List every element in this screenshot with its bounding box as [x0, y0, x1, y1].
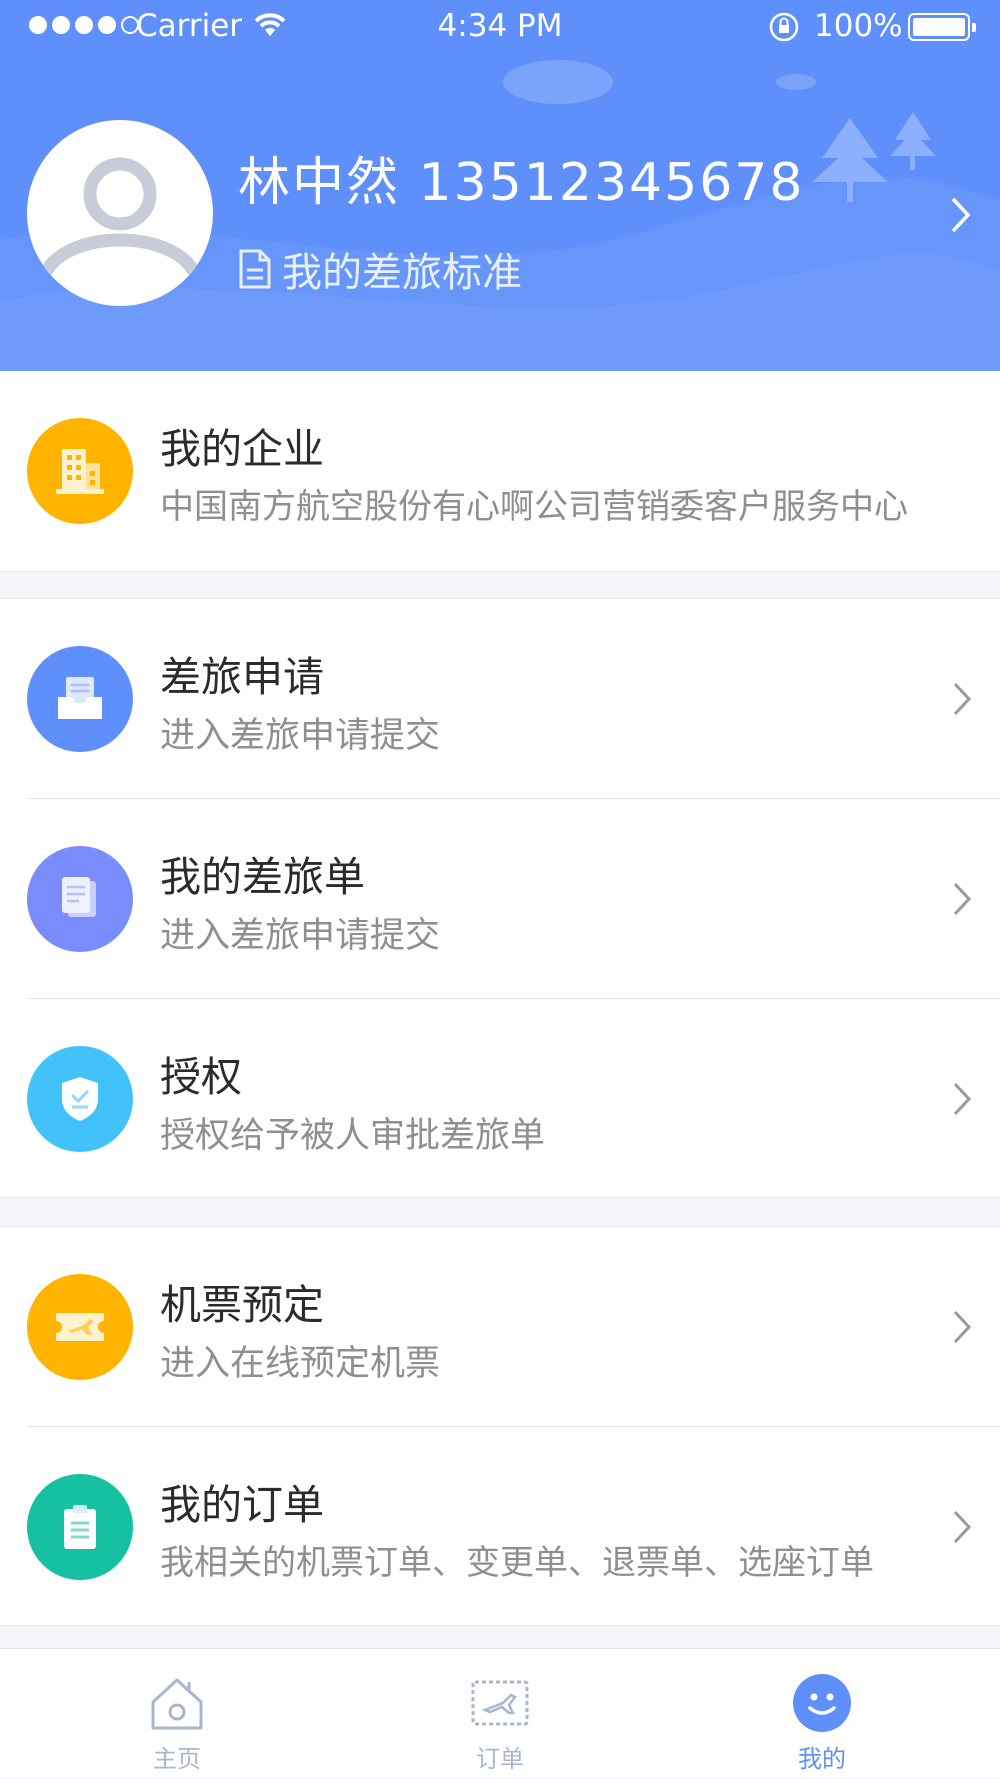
- user-name-phone: 林中然 13512345678: [238, 153, 805, 213]
- chevron-right-icon: [953, 882, 972, 916]
- document-icon: [239, 249, 271, 289]
- travel-section: 差旅申请 进入差旅申请提交 我的差旅单 进入差旅申请提交 授权 授权给予被人审批…: [0, 598, 1000, 1198]
- company-name: 中国南方航空股份有心啊公司营销委客户服务中心: [160, 487, 908, 527]
- inbox-icon: [27, 646, 133, 752]
- item-title: 授权: [160, 1053, 242, 1101]
- booking-section: 机票预定 进入在线预定机票 我的订单 我相关的机票订单、变更单、退票单、选座订单: [0, 1226, 1000, 1626]
- ticket-icon: [471, 1680, 529, 1726]
- item-title: 差旅申请: [160, 653, 324, 701]
- shield-icon: [27, 1046, 133, 1152]
- company-title: 我的企业: [160, 425, 324, 473]
- rotation-lock-icon: [769, 12, 799, 42]
- smiley-icon: [793, 1674, 851, 1732]
- company-section: 我的企业 中国南方航空股份有心啊公司营销委客户服务中心: [0, 371, 1000, 572]
- travel-standard-label: 我的差旅标准: [282, 250, 522, 296]
- list-item-company[interactable]: 我的企业 中国南方航空股份有心啊公司营销委客户服务中心: [0, 371, 1000, 571]
- building-icon: [27, 418, 133, 524]
- home-icon: [151, 1678, 203, 1730]
- user-placeholder-icon: [40, 157, 200, 277]
- item-subtitle: 进入差旅申请提交: [160, 716, 441, 756]
- list-item-authorization[interactable]: 授权 授权给予被人审批差旅单: [0, 999, 1000, 1199]
- list-item-travel-application[interactable]: 差旅申请 进入差旅申请提交: [0, 599, 1000, 799]
- profile-header: Carrier 4:34 PM 100% 林中然 13512345678 我的差…: [0, 0, 1000, 371]
- chevron-right-icon: [953, 1082, 972, 1116]
- item-subtitle: 我相关的机票订单、变更单、退票单、选座订单: [160, 1543, 874, 1583]
- item-subtitle: 授权给予被人审批差旅单: [160, 1116, 546, 1156]
- tab-mine[interactable]: 我的: [722, 1649, 922, 1779]
- chevron-right-icon: [953, 1310, 972, 1344]
- clipboard-icon: [27, 1474, 133, 1580]
- item-title: 我的订单: [160, 1481, 324, 1529]
- list-item-flight-booking[interactable]: 机票预定 进入在线预定机票: [0, 1227, 1000, 1427]
- documents-icon: [27, 846, 133, 952]
- item-title: 机票预定: [160, 1281, 324, 1329]
- tab-bar: 主页 订单 我的: [0, 1648, 1000, 1778]
- tab-label: 主页: [153, 1745, 201, 1773]
- item-subtitle: 进入在线预定机票: [160, 1344, 441, 1384]
- list-item-my-travel-orders[interactable]: 我的差旅单 进入差旅申请提交: [0, 799, 1000, 999]
- battery-icon: [908, 13, 976, 41]
- tab-orders[interactable]: 订单: [400, 1649, 600, 1779]
- tab-label: 订单: [476, 1745, 524, 1773]
- ticket-icon: [27, 1274, 133, 1380]
- chevron-right-icon: [953, 1510, 972, 1544]
- list-item-my-orders[interactable]: 我的订单 我相关的机票订单、变更单、退票单、选座订单: [0, 1427, 1000, 1627]
- avatar[interactable]: [27, 120, 213, 306]
- item-title: 我的差旅单: [160, 853, 365, 901]
- tab-home[interactable]: 主页: [77, 1649, 277, 1779]
- battery-percentage: 100%: [814, 8, 903, 44]
- travel-standard-link[interactable]: 我的差旅标准: [238, 240, 522, 298]
- tab-label: 我的: [798, 1745, 846, 1773]
- chevron-right-icon[interactable]: [950, 196, 972, 234]
- chevron-right-icon: [953, 682, 972, 716]
- status-bar: Carrier 4:34 PM 100%: [0, 0, 1000, 56]
- item-subtitle: 进入差旅申请提交: [160, 916, 441, 956]
